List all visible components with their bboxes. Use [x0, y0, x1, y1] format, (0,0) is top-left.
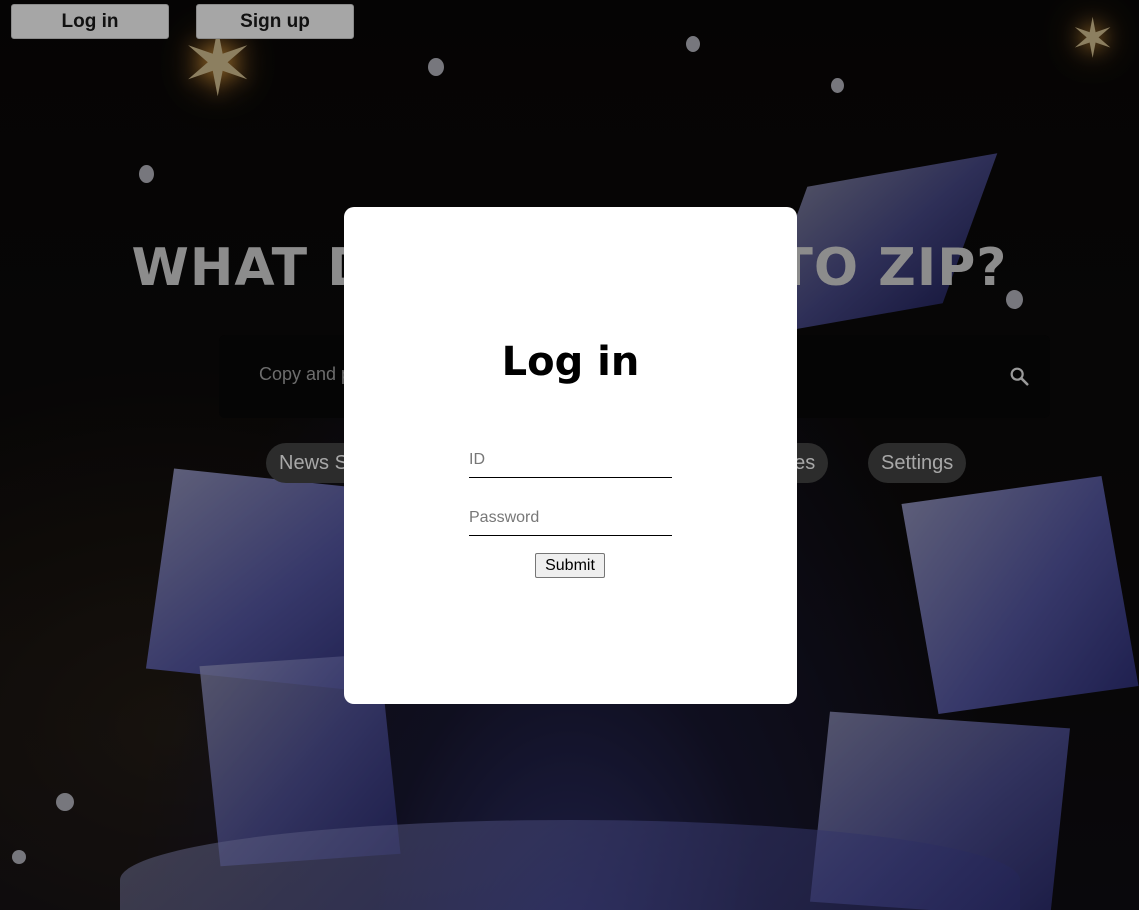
chip-settings[interactable]: Settings [868, 443, 967, 483]
login-modal-title: Log in [501, 339, 640, 385]
submit-button[interactable]: Submit [535, 553, 605, 578]
header-login-button[interactable]: Log in [11, 4, 169, 39]
login-modal: Log in Submit [344, 207, 797, 704]
password-field[interactable] [469, 501, 672, 536]
search-icon[interactable] [1008, 365, 1030, 387]
header-signup-button[interactable]: Sign up [196, 4, 354, 39]
id-field[interactable] [469, 443, 672, 478]
